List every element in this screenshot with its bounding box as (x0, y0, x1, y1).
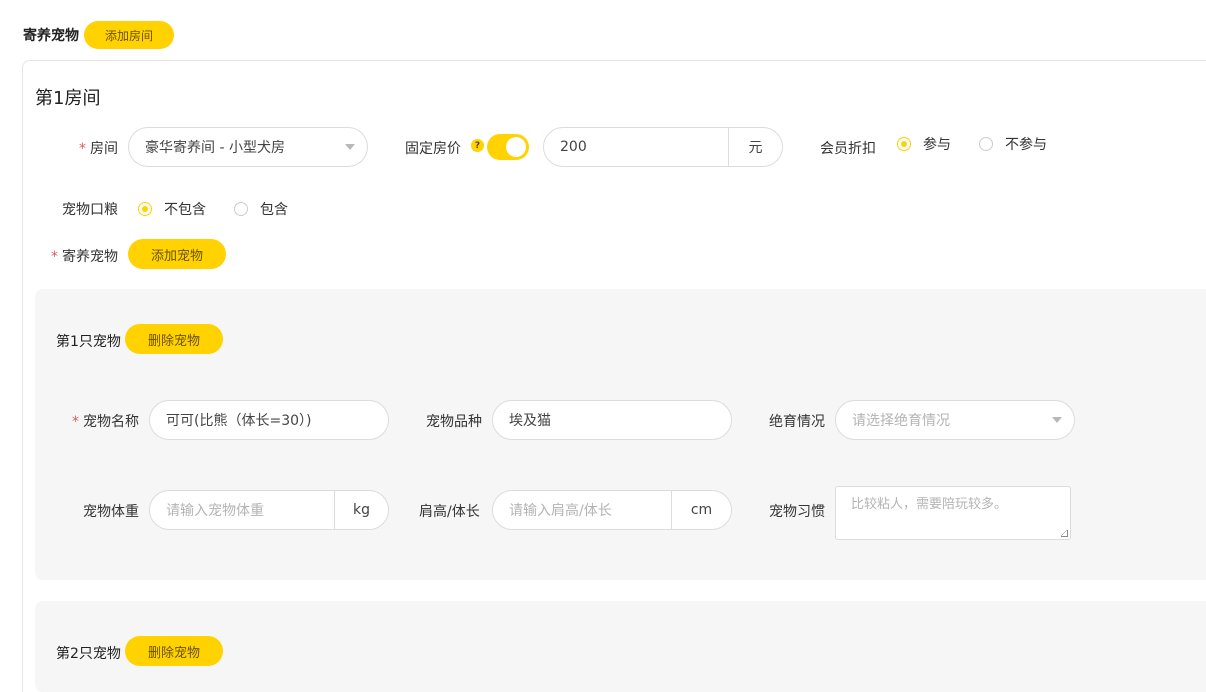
resize-handle-icon[interactable] (1061, 530, 1068, 537)
radio-checked-icon (138, 202, 152, 216)
room-select-value: 豪华寄养间 - 小型犬房 (145, 140, 285, 156)
room-select[interactable]: 豪华寄养间 - 小型犬房 (128, 127, 368, 167)
pet-name-input[interactable]: 可可(比熊（体长=30）) (149, 400, 389, 440)
pet-name-value: 可可(比熊（体长=30）) (166, 413, 312, 429)
weight-unit: kg (334, 491, 388, 529)
food-radio-exclude[interactable]: 不包含 (138, 199, 206, 219)
pets-label: * 寄养宠物 (51, 249, 118, 265)
member-discount-label: 会员折扣 (820, 141, 876, 157)
required-mark: * (72, 414, 79, 430)
price-value: 200 (560, 139, 587, 155)
delete-pet-button-2[interactable]: 删除宠物 (125, 636, 223, 666)
delete-pet-button-1[interactable]: 删除宠物 (125, 324, 223, 354)
neuter-select[interactable]: 请选择绝育情况 (835, 400, 1075, 440)
required-mark: * (51, 249, 58, 265)
pet-title-1: 第1只宠物 (56, 334, 121, 350)
pet-habit-label: 宠物习惯 (769, 504, 825, 520)
size-unit: cm (671, 491, 731, 529)
pet-name-label: * 宠物名称 (72, 414, 139, 430)
neuter-placeholder: 请选择绝育情况 (852, 413, 950, 429)
pet-habit-placeholder: 比较粘人，需要陪玩较多。 (851, 497, 1008, 512)
pet-size-placeholder: 请输入肩高/体长 (509, 503, 612, 519)
pet-size-input[interactable]: 请输入肩高/体长 cm (492, 490, 732, 530)
price-unit: 元 (728, 128, 782, 166)
required-mark: * (79, 141, 86, 157)
section-title: 寄养宠物 (23, 28, 79, 44)
pet-breed-value: 埃及猫 (509, 413, 551, 429)
radio-unchecked-icon (234, 202, 248, 216)
room-title: 第1房间 (35, 88, 101, 109)
pet-breed-input[interactable]: 埃及猫 (492, 400, 732, 440)
pet-size-label: 肩高/体长 (419, 504, 480, 520)
chevron-down-icon (345, 144, 355, 150)
pet-habit-textarea[interactable]: 比较粘人，需要陪玩较多。 (835, 486, 1071, 540)
pet-weight-input[interactable]: 请输入宠物体重 kg (149, 490, 389, 530)
pet-weight-label: 宠物体重 (83, 504, 139, 520)
help-icon[interactable]: ? (471, 139, 484, 152)
pet-title-2: 第2只宠物 (56, 646, 121, 662)
radio-checked-icon (897, 137, 911, 151)
add-pet-button[interactable]: 添加宠物 (128, 239, 226, 269)
discount-radio-join[interactable]: 参与 (897, 134, 951, 154)
food-radio-include[interactable]: 包含 (234, 199, 288, 219)
fixed-price-toggle[interactable] (487, 134, 529, 160)
add-room-button[interactable]: 添加房间 (84, 21, 174, 49)
discount-radio-not-join[interactable]: 不参与 (979, 134, 1047, 154)
room-label: * 房间 (79, 141, 118, 157)
radio-unchecked-icon (979, 137, 993, 151)
price-input[interactable]: 200 元 (543, 127, 783, 167)
chevron-down-icon (1052, 417, 1062, 423)
pet-breed-label: 宠物品种 (426, 414, 482, 430)
neuter-label: 绝育情况 (769, 414, 825, 430)
fixed-price-label: 固定房价 (405, 141, 461, 157)
toggle-knob (506, 137, 526, 157)
pet-weight-placeholder: 请输入宠物体重 (166, 503, 264, 519)
food-label: 宠物口粮 (62, 202, 118, 218)
